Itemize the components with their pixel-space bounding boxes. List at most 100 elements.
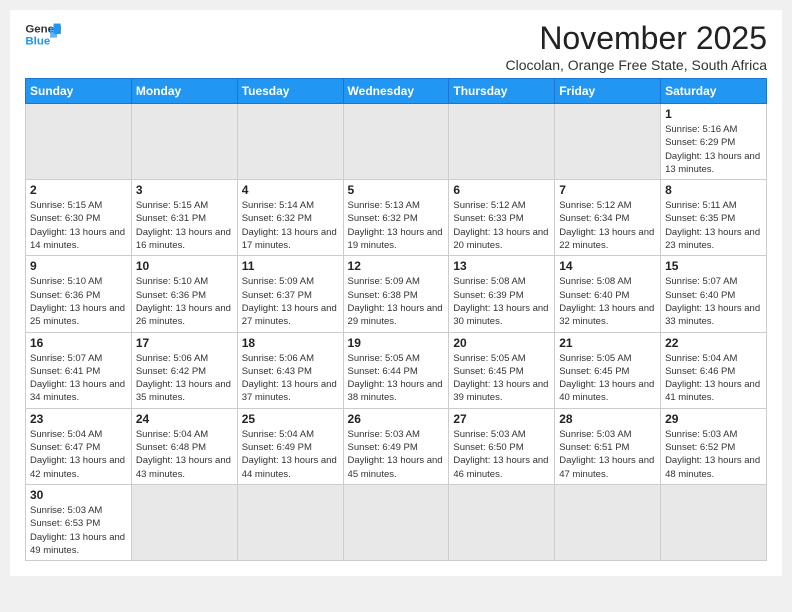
day-info: Sunrise: 5:11 AMSunset: 6:35 PMDaylight:… xyxy=(665,199,762,252)
calendar-cell xyxy=(343,484,449,560)
calendar-row-0: 1 Sunrise: 5:16 AMSunset: 6:29 PMDaylight… xyxy=(26,104,767,180)
calendar-cell: 7 Sunrise: 5:12 AMSunset: 6:34 PMDaylight… xyxy=(555,180,661,256)
header-tuesday: Tuesday xyxy=(237,79,343,104)
day-info: Sunrise: 5:08 AMSunset: 6:40 PMDaylight:… xyxy=(559,275,656,328)
calendar-cell: 8 Sunrise: 5:11 AMSunset: 6:35 PMDaylight… xyxy=(661,180,767,256)
calendar-cell: 21 Sunrise: 5:05 AMSunset: 6:45 PMDayligh… xyxy=(555,332,661,408)
day-number: 25 xyxy=(242,412,339,426)
calendar-cell: 10 Sunrise: 5:10 AMSunset: 6:36 PMDayligh… xyxy=(131,256,237,332)
day-number: 15 xyxy=(665,259,762,273)
day-info: Sunrise: 5:13 AMSunset: 6:32 PMDaylight:… xyxy=(348,199,445,252)
day-info: Sunrise: 5:03 AMSunset: 6:51 PMDaylight:… xyxy=(559,428,656,481)
day-info: Sunrise: 5:09 AMSunset: 6:38 PMDaylight:… xyxy=(348,275,445,328)
calendar-cell xyxy=(237,104,343,180)
day-info: Sunrise: 5:04 AMSunset: 6:47 PMDaylight:… xyxy=(30,428,127,481)
day-info: Sunrise: 5:03 AMSunset: 6:52 PMDaylight:… xyxy=(665,428,762,481)
day-number: 8 xyxy=(665,183,762,197)
day-info: Sunrise: 5:05 AMSunset: 6:45 PMDaylight:… xyxy=(453,352,550,405)
calendar-cell: 3 Sunrise: 5:15 AMSunset: 6:31 PMDaylight… xyxy=(131,180,237,256)
logo: General Blue xyxy=(25,20,61,50)
calendar-cell xyxy=(131,484,237,560)
day-info: Sunrise: 5:12 AMSunset: 6:34 PMDaylight:… xyxy=(559,199,656,252)
day-info: Sunrise: 5:05 AMSunset: 6:44 PMDaylight:… xyxy=(348,352,445,405)
day-info: Sunrise: 5:15 AMSunset: 6:30 PMDaylight:… xyxy=(30,199,127,252)
calendar-cell: 22Sunrise: 5:04 AMSunset: 6:46 PMDayligh… xyxy=(661,332,767,408)
calendar-cell xyxy=(343,104,449,180)
calendar-cell xyxy=(237,484,343,560)
calendar-cell: 30Sunrise: 5:03 AMSunset: 6:53 PMDayligh… xyxy=(26,484,132,560)
svg-text:Blue: Blue xyxy=(25,36,50,48)
calendar-cell: 26Sunrise: 5:03 AMSunset: 6:49 PMDayligh… xyxy=(343,408,449,484)
calendar-cell: 17Sunrise: 5:06 AMSunset: 6:42 PMDayligh… xyxy=(131,332,237,408)
day-number: 27 xyxy=(453,412,550,426)
weekday-header-row: Sunday Monday Tuesday Wednesday Thursday… xyxy=(26,79,767,104)
day-number: 12 xyxy=(348,259,445,273)
calendar-cell: 14 Sunrise: 5:08 AMSunset: 6:40 PMDayligh… xyxy=(555,256,661,332)
calendar-cell: 13Sunrise: 5:08 AMSunset: 6:39 PMDayligh… xyxy=(449,256,555,332)
day-number: 17 xyxy=(136,336,233,350)
calendar-row-5: 30Sunrise: 5:03 AMSunset: 6:53 PMDayligh… xyxy=(26,484,767,560)
header-saturday: Saturday xyxy=(661,79,767,104)
day-number: 3 xyxy=(136,183,233,197)
calendar: Sunday Monday Tuesday Wednesday Thursday… xyxy=(25,78,767,561)
day-info: Sunrise: 5:09 AMSunset: 6:37 PMDaylight:… xyxy=(242,275,339,328)
calendar-cell: 19 Sunrise: 5:05 AMSunset: 6:44 PMDayligh… xyxy=(343,332,449,408)
day-info: Sunrise: 5:04 AMSunset: 6:49 PMDaylight:… xyxy=(242,428,339,481)
calendar-row-3: 16 Sunrise: 5:07 AMSunset: 6:41 PMDayligh… xyxy=(26,332,767,408)
calendar-cell: 16 Sunrise: 5:07 AMSunset: 6:41 PMDayligh… xyxy=(26,332,132,408)
calendar-row-2: 9 Sunrise: 5:10 AMSunset: 6:36 PMDaylight… xyxy=(26,256,767,332)
calendar-cell: 20 Sunrise: 5:05 AMSunset: 6:45 PMDayligh… xyxy=(449,332,555,408)
calendar-cell: 11Sunrise: 5:09 AMSunset: 6:37 PMDayligh… xyxy=(237,256,343,332)
calendar-row-1: 2 Sunrise: 5:15 AMSunset: 6:30 PMDaylight… xyxy=(26,180,767,256)
day-number: 9 xyxy=(30,259,127,273)
calendar-cell: 18Sunrise: 5:06 AMSunset: 6:43 PMDayligh… xyxy=(237,332,343,408)
day-number: 2 xyxy=(30,183,127,197)
day-number: 19 xyxy=(348,336,445,350)
calendar-cell: 25 Sunrise: 5:04 AMSunset: 6:49 PMDayligh… xyxy=(237,408,343,484)
subtitle: Clocolan, Orange Free State, South Afric… xyxy=(506,57,767,73)
day-number: 10 xyxy=(136,259,233,273)
day-number: 5 xyxy=(348,183,445,197)
day-number: 4 xyxy=(242,183,339,197)
calendar-cell: 28Sunrise: 5:03 AMSunset: 6:51 PMDayligh… xyxy=(555,408,661,484)
day-number: 16 xyxy=(30,336,127,350)
day-info: Sunrise: 5:10 AMSunset: 6:36 PMDaylight:… xyxy=(30,275,127,328)
day-info: Sunrise: 5:12 AMSunset: 6:33 PMDaylight:… xyxy=(453,199,550,252)
day-number: 14 xyxy=(559,259,656,273)
calendar-cell: 6Sunrise: 5:12 AMSunset: 6:33 PMDaylight… xyxy=(449,180,555,256)
header-friday: Friday xyxy=(555,79,661,104)
day-number: 21 xyxy=(559,336,656,350)
header-monday: Monday xyxy=(131,79,237,104)
logo-icon: General Blue xyxy=(25,20,61,50)
title-section: November 2025 Clocolan, Orange Free Stat… xyxy=(506,20,767,73)
calendar-cell: 5 Sunrise: 5:13 AMSunset: 6:32 PMDaylight… xyxy=(343,180,449,256)
day-number: 1 xyxy=(665,107,762,121)
day-info: Sunrise: 5:15 AMSunset: 6:31 PMDaylight:… xyxy=(136,199,233,252)
day-info: Sunrise: 5:06 AMSunset: 6:43 PMDaylight:… xyxy=(242,352,339,405)
day-number: 22 xyxy=(665,336,762,350)
day-number: 24 xyxy=(136,412,233,426)
header: General Blue November 2025 Clocolan, Ora… xyxy=(25,20,767,73)
calendar-cell xyxy=(661,484,767,560)
day-info: Sunrise: 5:16 AMSunset: 6:29 PMDaylight:… xyxy=(665,123,762,176)
day-number: 7 xyxy=(559,183,656,197)
calendar-cell xyxy=(555,104,661,180)
calendar-cell xyxy=(449,104,555,180)
calendar-cell xyxy=(131,104,237,180)
calendar-cell xyxy=(449,484,555,560)
day-number: 29 xyxy=(665,412,762,426)
calendar-cell: 4Sunrise: 5:14 AMSunset: 6:32 PMDaylight… xyxy=(237,180,343,256)
day-info: Sunrise: 5:03 AMSunset: 6:50 PMDaylight:… xyxy=(453,428,550,481)
calendar-cell xyxy=(555,484,661,560)
day-info: Sunrise: 5:05 AMSunset: 6:45 PMDaylight:… xyxy=(559,352,656,405)
calendar-row-4: 23Sunrise: 5:04 AMSunset: 6:47 PMDayligh… xyxy=(26,408,767,484)
day-info: Sunrise: 5:07 AMSunset: 6:41 PMDaylight:… xyxy=(30,352,127,405)
day-number: 26 xyxy=(348,412,445,426)
calendar-cell xyxy=(26,104,132,180)
day-number: 13 xyxy=(453,259,550,273)
calendar-cell: 15Sunrise: 5:07 AMSunset: 6:40 PMDayligh… xyxy=(661,256,767,332)
calendar-cell: 12 Sunrise: 5:09 AMSunset: 6:38 PMDayligh… xyxy=(343,256,449,332)
day-number: 20 xyxy=(453,336,550,350)
day-info: Sunrise: 5:03 AMSunset: 6:53 PMDaylight:… xyxy=(30,504,127,557)
day-info: Sunrise: 5:10 AMSunset: 6:36 PMDaylight:… xyxy=(136,275,233,328)
